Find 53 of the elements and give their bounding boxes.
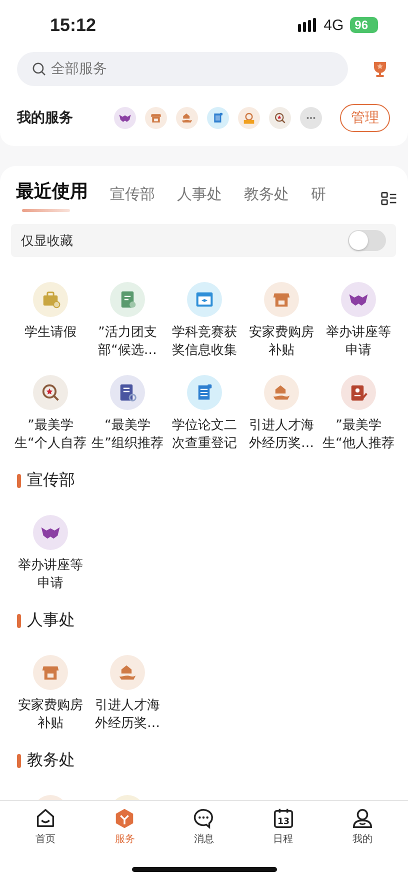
section-label: 我的服务: [17, 109, 74, 127]
scroll-icon[interactable]: [207, 107, 229, 129]
calendar-icon: 13: [272, 807, 295, 830]
clipboard-icon[interactable]: [110, 282, 145, 317]
service-label[interactable]: 引进人才海外经历奖…: [244, 417, 320, 453]
category-tab[interactable]: 研: [311, 180, 326, 205]
search-field[interactable]: 全部服务: [17, 52, 348, 86]
storefront-icon[interactable]: [145, 107, 167, 129]
scroll-icon[interactable]: [187, 375, 222, 410]
person-icon: [350, 807, 374, 830]
category-tab[interactable]: 宣传部: [110, 180, 155, 205]
storefront-icon[interactable]: [264, 282, 299, 317]
clock-time: 15:12: [50, 14, 96, 36]
category-tab[interactable]: 人事处: [177, 180, 222, 205]
category-tab[interactable]: 教务处: [244, 180, 289, 205]
service-label[interactable]: 引进人才海外经历奖…: [90, 697, 166, 733]
storefront-icon[interactable]: [33, 655, 68, 690]
briefcase-icon[interactable]: [33, 282, 68, 317]
service-label[interactable]: ”最美学生“他人推荐: [320, 417, 396, 453]
accent-bar: [17, 754, 21, 768]
filter-label: 仅显收藏: [21, 232, 73, 250]
service-label[interactable]: 安家费购房补贴: [12, 697, 88, 733]
service-label[interactable]: “最美学生”组织推荐: [90, 417, 166, 453]
search-icon: [31, 61, 47, 77]
signal-icon: [298, 18, 318, 32]
accent-bar: [17, 474, 21, 488]
service-label[interactable]: 安家费购房补贴: [244, 324, 320, 360]
nav-tab[interactable]: 我的: [332, 801, 392, 846]
medal-icon[interactable]: [238, 107, 260, 129]
more-icon[interactable]: [300, 107, 322, 129]
service-label[interactable]: 学位论文二次查重登记: [166, 417, 242, 453]
battery-indicator: 96: [350, 17, 378, 33]
service-label[interactable]: ”最美学生“个人自荐: [12, 417, 88, 453]
service-label[interactable]: 举办讲座等申请: [320, 324, 396, 360]
service-label[interactable]: 学科竞赛获奖信息收集: [166, 324, 242, 360]
nav-tab[interactable]: 13 日程: [253, 801, 314, 846]
section-heading: 教务处: [27, 750, 75, 771]
service-label[interactable]: ”活力团支部“候选…: [90, 324, 166, 360]
browser-window-icon[interactable]: [187, 282, 222, 317]
nav-tab[interactable]: 首页: [16, 801, 76, 846]
id-card-icon[interactable]: [341, 375, 376, 410]
section-heading: 宣传部: [27, 470, 75, 491]
list-view-icon[interactable]: [380, 190, 398, 208]
toggle-switch[interactable]: [348, 230, 386, 251]
category-tab[interactable]: 最近使用: [16, 180, 88, 214]
network-label: 4G: [324, 16, 344, 34]
accent-bar: [17, 614, 21, 628]
chat-bubble-icon: [192, 807, 216, 830]
section-heading: 人事处: [27, 610, 75, 631]
service-label[interactable]: 学生请假: [12, 324, 88, 342]
service-label[interactable]: 举办讲座等申请: [12, 557, 88, 593]
nav-tab[interactable]: 消息: [174, 801, 234, 846]
document-magnifier-icon[interactable]: [110, 375, 145, 410]
